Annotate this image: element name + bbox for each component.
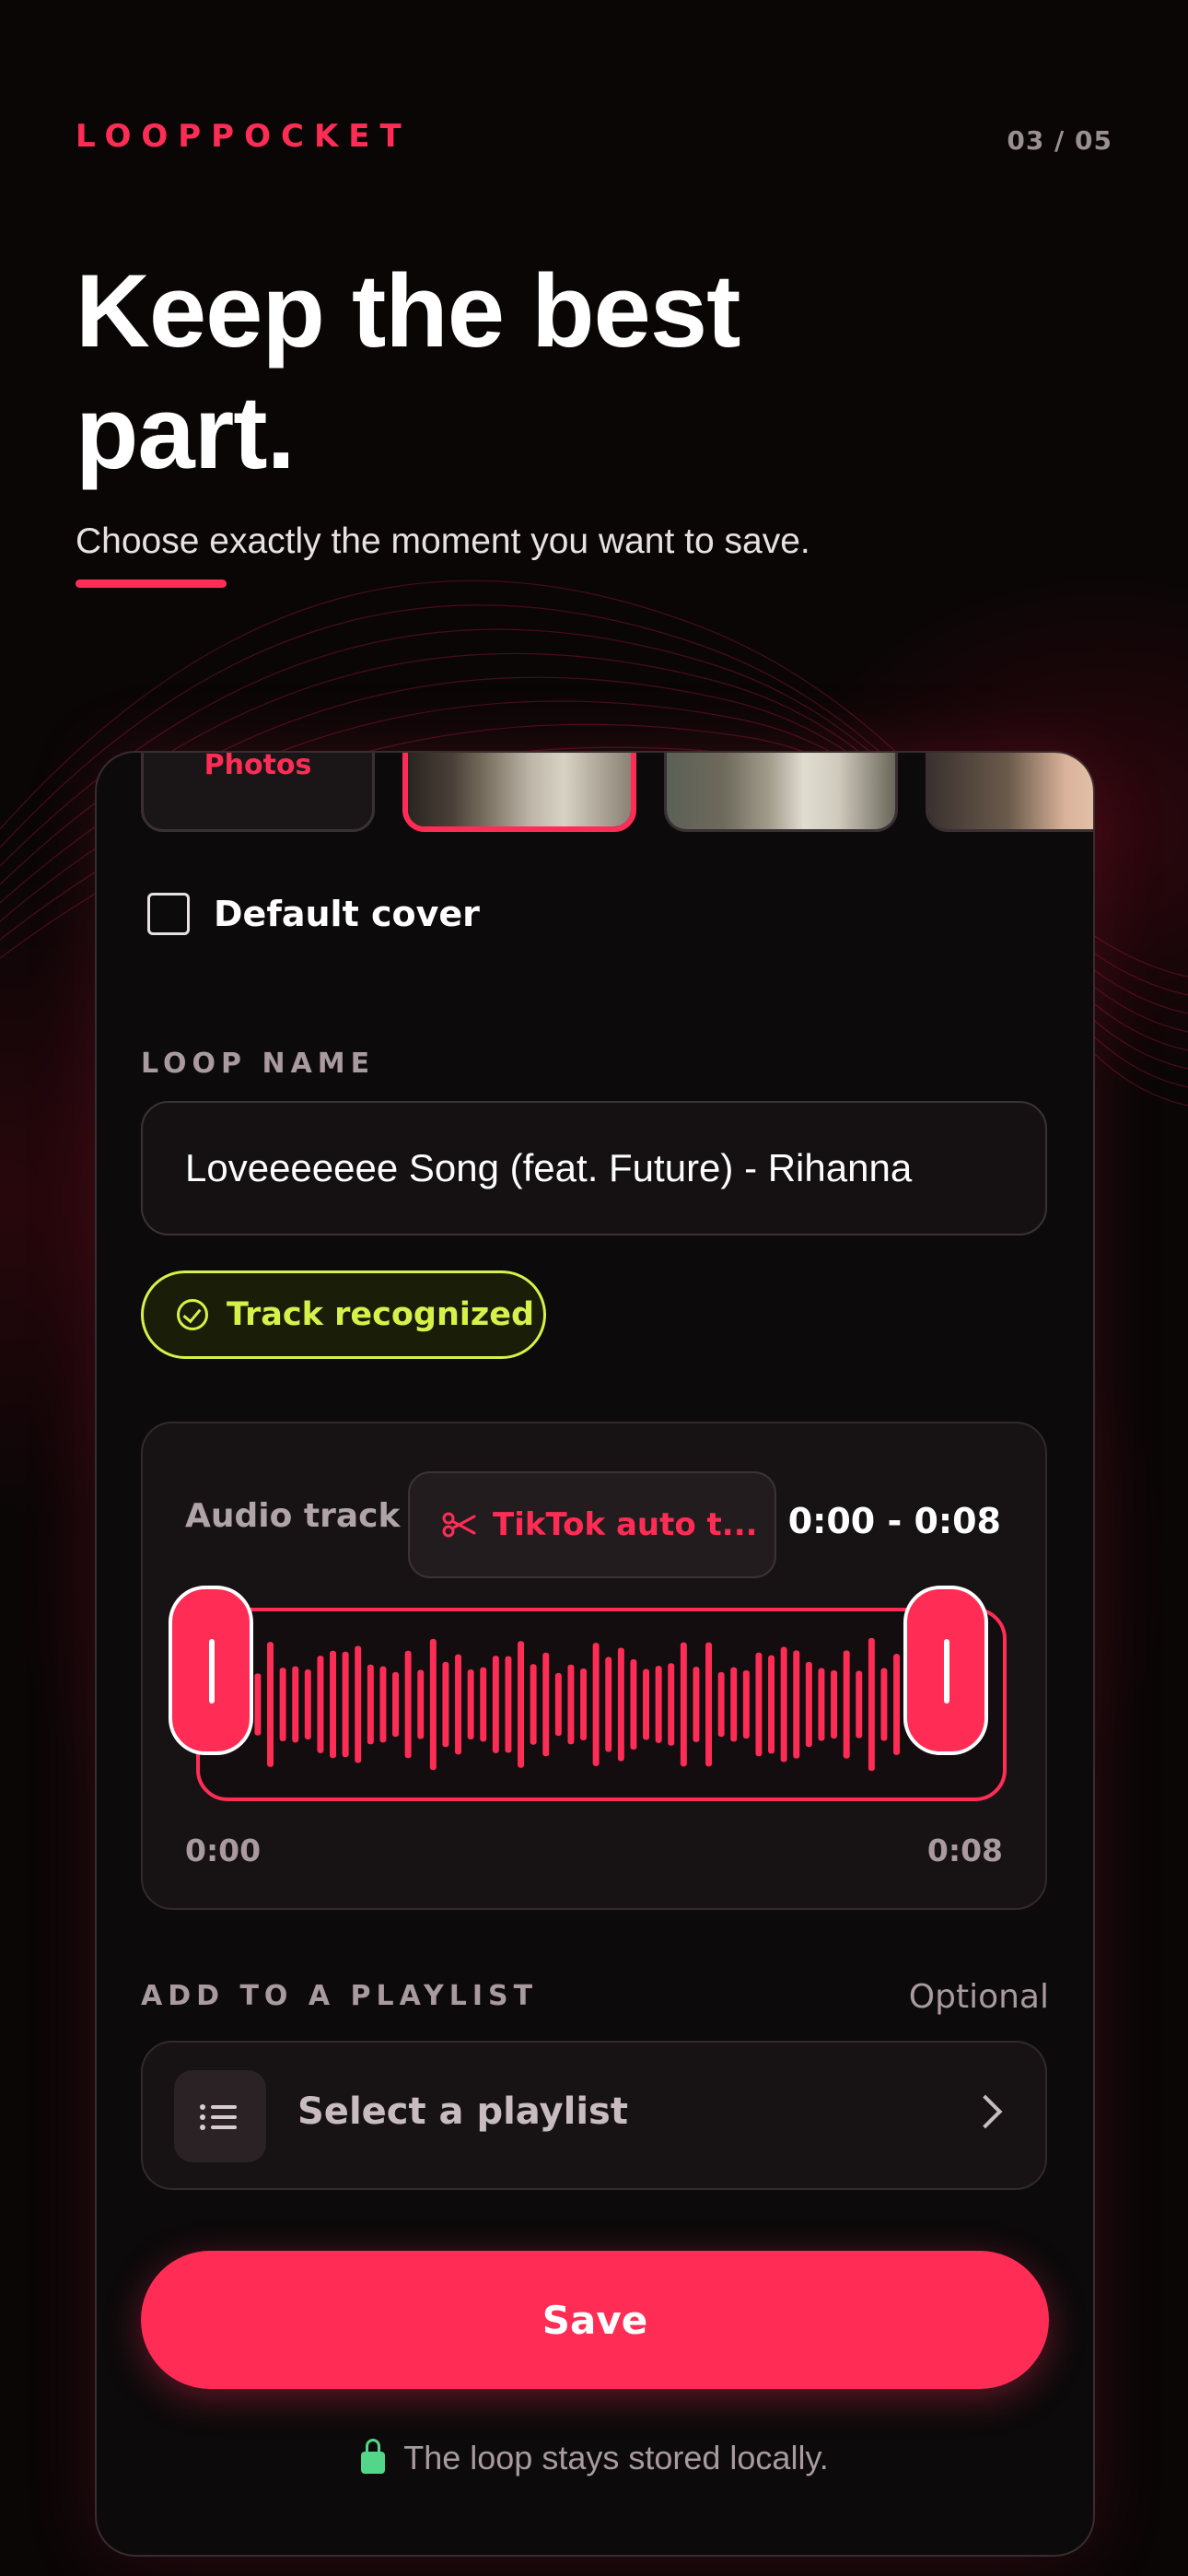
waveform-bar — [505, 1656, 512, 1753]
waveform-bar — [518, 1641, 525, 1768]
waveform-bar — [755, 1652, 763, 1757]
save-loop-card: Photos Default cover LOOP NAME Loveeeeee… — [95, 751, 1095, 2557]
playlist-label: ADD TO A PLAYLIST — [141, 1980, 539, 2012]
waveform-bar — [530, 1664, 537, 1745]
waveform-bar — [592, 1643, 600, 1766]
waveform-bar — [818, 1668, 825, 1741]
default-cover-checkbox[interactable] — [147, 893, 190, 935]
lock-icon — [361, 2439, 386, 2474]
audio-track-panel: Audio track TikTok auto t... 0:00 - 0:08… — [141, 1422, 1047, 1910]
page-subtitle: Choose exactly the moment you want to sa… — [76, 521, 810, 561]
waveform-bar — [404, 1650, 412, 1759]
waveform-bar — [304, 1669, 311, 1739]
playlist-placeholder: Select a playlist — [297, 2090, 628, 2133]
selection-range: 0:00 - 0:08 — [787, 1501, 1001, 1541]
optional-label: Optional — [908, 1978, 1049, 2016]
waveform-bar — [567, 1664, 575, 1745]
waveform-bar — [805, 1661, 812, 1748]
trim-end-time: 0:08 — [926, 1832, 1003, 1868]
waveform-bar — [492, 1656, 499, 1753]
cover-picker: Photos — [141, 751, 1093, 836]
waveform-bar — [893, 1654, 901, 1755]
step-indicator: 03 / 05 — [1007, 125, 1112, 156]
waveform-bar — [730, 1667, 738, 1742]
waveform-bar — [442, 1661, 449, 1748]
waveform-bar — [254, 1673, 262, 1736]
waveform-bar — [630, 1658, 637, 1751]
waveform-bar — [742, 1669, 750, 1739]
waveform-bar — [580, 1669, 588, 1740]
waveform-bar — [317, 1656, 324, 1753]
list-icon — [174, 2070, 266, 2162]
cover-thumbnail[interactable] — [926, 753, 1093, 832]
waveform-bar — [768, 1655, 775, 1754]
waveform-bar — [429, 1638, 437, 1771]
waveform-bar — [717, 1671, 725, 1738]
waveform-bar — [455, 1654, 462, 1755]
loop-name-label: LOOP NAME — [141, 1048, 376, 1080]
waveform-bar — [880, 1668, 888, 1741]
waveform-bar — [542, 1652, 550, 1757]
waveform-bar — [693, 1667, 700, 1742]
audio-source-button[interactable]: TikTok auto t... — [408, 1471, 776, 1578]
cover-image — [928, 753, 1093, 829]
cover-thumbnail[interactable] — [664, 753, 898, 832]
brand-logo: LOOPPOCKET — [76, 118, 412, 155]
waveform-bar — [668, 1663, 675, 1746]
waveform-bar — [554, 1672, 562, 1737]
accent-underline — [76, 580, 227, 588]
waveform-bar — [292, 1666, 299, 1743]
waveform-bar — [617, 1647, 624, 1762]
scissors-icon — [442, 1512, 476, 1538]
photos-label: Photos — [204, 751, 312, 781]
cover-thumbnail-selected[interactable] — [402, 753, 636, 832]
waveform-bar — [843, 1650, 850, 1759]
waveform-bar — [417, 1669, 425, 1739]
waveform-bar — [330, 1650, 336, 1759]
waveform-bar — [793, 1650, 800, 1759]
waveform-bar — [279, 1668, 286, 1741]
waveform-bar — [605, 1657, 612, 1752]
audio-track-label: Audio track — [185, 1497, 401, 1535]
waveform-bar — [342, 1651, 349, 1758]
page-title: Keep the best part. — [76, 253, 740, 490]
chevron-right-icon — [968, 2094, 1003, 2129]
waveform-bar — [856, 1670, 863, 1739]
storage-note-text: The loop stays stored locally. — [403, 2439, 829, 2476]
waveform-bar — [367, 1664, 374, 1745]
default-cover-label: Default cover — [214, 894, 480, 934]
save-button[interactable]: Save — [141, 2251, 1049, 2389]
track-recognized-label: Track recognized — [227, 1296, 535, 1333]
waveform-bar — [392, 1671, 399, 1738]
waveform-bar — [680, 1642, 687, 1767]
cover-image — [667, 753, 895, 829]
waveform-bar — [868, 1637, 875, 1772]
trim-start-time: 0:00 — [185, 1832, 262, 1868]
waveform-bar — [780, 1646, 787, 1762]
playlist-select[interactable]: Select a playlist — [141, 2041, 1047, 2190]
waveform-bar — [379, 1666, 387, 1743]
waveform-bar — [643, 1669, 650, 1740]
track-recognized-badge: Track recognized — [141, 1270, 546, 1359]
loop-name-input[interactable]: Loveeeeeee Song (feat. Future) - Rihanna — [141, 1101, 1047, 1235]
waveform-trimmer[interactable] — [169, 1586, 1007, 1801]
waveform — [254, 1637, 901, 1772]
waveform-bar — [355, 1645, 362, 1763]
default-cover-option[interactable]: Default cover — [147, 893, 480, 935]
waveform-bar — [655, 1666, 662, 1743]
audio-source-label: TikTok auto t... — [493, 1506, 758, 1543]
cover-image — [408, 753, 631, 826]
trim-end-handle[interactable] — [903, 1586, 988, 1755]
check-circle-icon — [177, 1299, 208, 1330]
waveform-bar — [467, 1669, 474, 1739]
storage-note: The loop stays stored locally. — [97, 2439, 1093, 2477]
waveform-bar — [267, 1642, 274, 1767]
waveform-bar — [705, 1642, 713, 1767]
trim-start-handle[interactable] — [169, 1586, 253, 1755]
photos-button[interactable]: Photos — [141, 751, 375, 832]
waveform-bar — [480, 1667, 487, 1742]
waveform-bar — [831, 1669, 838, 1739]
